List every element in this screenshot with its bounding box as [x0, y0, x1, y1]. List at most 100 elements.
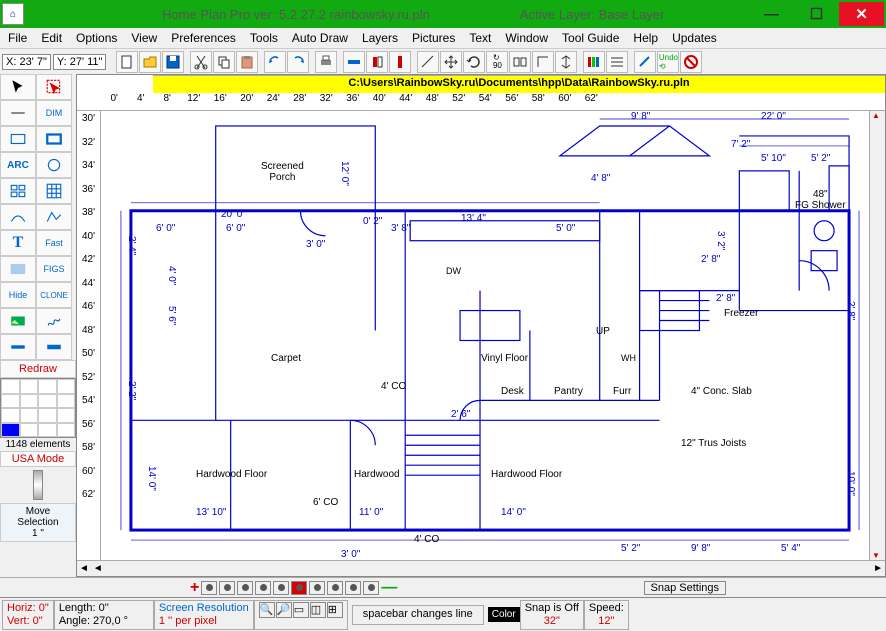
menu-view[interactable]: View	[131, 31, 157, 45]
menu-autodraw[interactable]: Auto Draw	[292, 31, 348, 45]
snap-plus[interactable]: +	[190, 579, 199, 597]
snap-7[interactable]	[309, 581, 325, 595]
no-entry-tool[interactable]	[680, 51, 702, 73]
undo-button[interactable]	[264, 51, 286, 73]
redo-button[interactable]	[287, 51, 309, 73]
palette-tool[interactable]	[583, 51, 605, 73]
tool-c[interactable]	[389, 51, 411, 73]
tool-g[interactable]	[555, 51, 577, 73]
snap-2[interactable]	[219, 581, 235, 595]
status-speed[interactable]: Speed: 12"	[584, 600, 629, 630]
snap-9[interactable]	[345, 581, 361, 595]
paste-button[interactable]	[236, 51, 258, 73]
dim-32: 3' 2"	[715, 231, 726, 250]
dim-60a: 6' 0"	[156, 223, 175, 234]
menu-tools[interactable]: Tools	[250, 31, 278, 45]
undo-named[interactable]: Undo⟲	[657, 51, 679, 73]
snap-minus[interactable]: —	[381, 579, 397, 597]
scale-slider[interactable]	[33, 470, 43, 500]
menu-options[interactable]: Options	[76, 31, 117, 45]
snap-6[interactable]	[291, 581, 307, 595]
menu-layers[interactable]: Layers	[362, 31, 398, 45]
redraw-button[interactable]: Redraw	[0, 360, 76, 378]
open-button[interactable]	[139, 51, 161, 73]
minimize-button[interactable]: ―	[749, 2, 794, 26]
label-joists: 12" Trus Joists	[681, 438, 746, 449]
horizontal-scrollbar[interactable]: ◄◄ ►	[77, 560, 885, 576]
status-snap[interactable]: Snap is Off 32"	[520, 600, 584, 630]
tool-e[interactable]	[509, 51, 531, 73]
menu-help[interactable]: Help	[633, 31, 658, 45]
rotate90-tool[interactable]: ↻90	[486, 51, 508, 73]
line-plain-tool[interactable]	[0, 334, 36, 360]
tool-f[interactable]	[532, 51, 554, 73]
dim-tool[interactable]: DIM	[36, 100, 72, 126]
tool-h[interactable]	[634, 51, 656, 73]
menu-edit[interactable]: Edit	[41, 31, 62, 45]
new-button[interactable]	[116, 51, 138, 73]
snap-5[interactable]	[273, 581, 289, 595]
color-palette[interactable]	[0, 378, 76, 438]
zoom-fit[interactable]: ▭	[293, 602, 309, 618]
clone-tool[interactable]: CLONE	[36, 282, 72, 308]
snap-settings-button[interactable]: Snap Settings	[644, 581, 727, 595]
tool-b[interactable]	[366, 51, 388, 73]
menu-file[interactable]: File	[8, 31, 27, 45]
fast-tool[interactable]: Fast	[36, 230, 72, 256]
menu-window[interactable]: Window	[505, 31, 548, 45]
menu-pictures[interactable]: Pictures	[412, 31, 455, 45]
snap-3[interactable]	[237, 581, 253, 595]
polyline-tool[interactable]	[36, 204, 72, 230]
curve-tool[interactable]	[0, 204, 36, 230]
close-button[interactable]: ✕	[839, 2, 884, 26]
rect-fill-tool[interactable]	[36, 126, 72, 152]
grid-tool-a[interactable]	[0, 178, 36, 204]
cut-button[interactable]	[190, 51, 212, 73]
zoom-win[interactable]: ◫	[310, 602, 326, 618]
horizontal-ruler: 0'4'8'12'16'20'24'28'32'36'40'44'48'52'5…	[77, 93, 885, 111]
zoom-out[interactable]: 🔎	[276, 602, 292, 618]
vertical-scrollbar[interactable]	[869, 111, 885, 560]
color-button[interactable]: Color	[488, 607, 520, 622]
move-tool[interactable]	[440, 51, 462, 73]
rotate-tool[interactable]	[463, 51, 485, 73]
file-path-bar: C:\Users\RainbowSky.ru\Documents\hpp\Dat…	[153, 75, 885, 93]
menu-text[interactable]: Text	[469, 31, 491, 45]
zoom-all[interactable]: ⊞	[327, 602, 343, 618]
copy-button[interactable]	[213, 51, 235, 73]
menu-updates[interactable]: Updates	[672, 31, 717, 45]
line-tool[interactable]	[0, 100, 36, 126]
usa-mode-button[interactable]: USA Mode	[0, 451, 76, 467]
arc-tool[interactable]: ARC	[0, 152, 36, 178]
snap-4[interactable]	[255, 581, 271, 595]
move-selection-button[interactable]: Move Selection 1 "	[0, 503, 76, 542]
menu-preferences[interactable]: Preferences	[171, 31, 236, 45]
text-tool[interactable]: T	[0, 230, 36, 256]
image-tool[interactable]	[0, 308, 36, 334]
select-arrow-tool[interactable]	[0, 74, 36, 100]
wall-tool[interactable]	[36, 334, 72, 360]
tool-d[interactable]	[417, 51, 439, 73]
zoom-in[interactable]: 🔍	[259, 602, 275, 618]
freehand-tool[interactable]	[36, 308, 72, 334]
save-button[interactable]	[162, 51, 184, 73]
hide-tool[interactable]: Hide	[0, 282, 36, 308]
dim-30b: 3' 0"	[341, 549, 360, 560]
print-button[interactable]	[315, 51, 337, 73]
select-box-tool[interactable]	[36, 74, 72, 100]
snap-8[interactable]	[327, 581, 343, 595]
snap-1[interactable]	[201, 581, 217, 595]
floorplan-canvas[interactable]: Screened Porch Carpet Vinyl Floor Desk P…	[101, 111, 869, 560]
tool-a[interactable]	[343, 51, 365, 73]
snap-10[interactable]	[363, 581, 379, 595]
grid-tool-b[interactable]	[36, 178, 72, 204]
circle-tool[interactable]	[36, 152, 72, 178]
dim-54: 5' 4"	[781, 543, 800, 554]
figs-tool[interactable]: FIGS	[36, 256, 72, 282]
fill-tool[interactable]	[0, 256, 36, 282]
dim-50: 5' 0"	[556, 223, 575, 234]
maximize-button[interactable]: ☐	[794, 2, 839, 26]
line-style-tool[interactable]	[606, 51, 628, 73]
menu-toolguide[interactable]: Tool Guide	[562, 31, 619, 45]
rect-tool[interactable]	[0, 126, 36, 152]
